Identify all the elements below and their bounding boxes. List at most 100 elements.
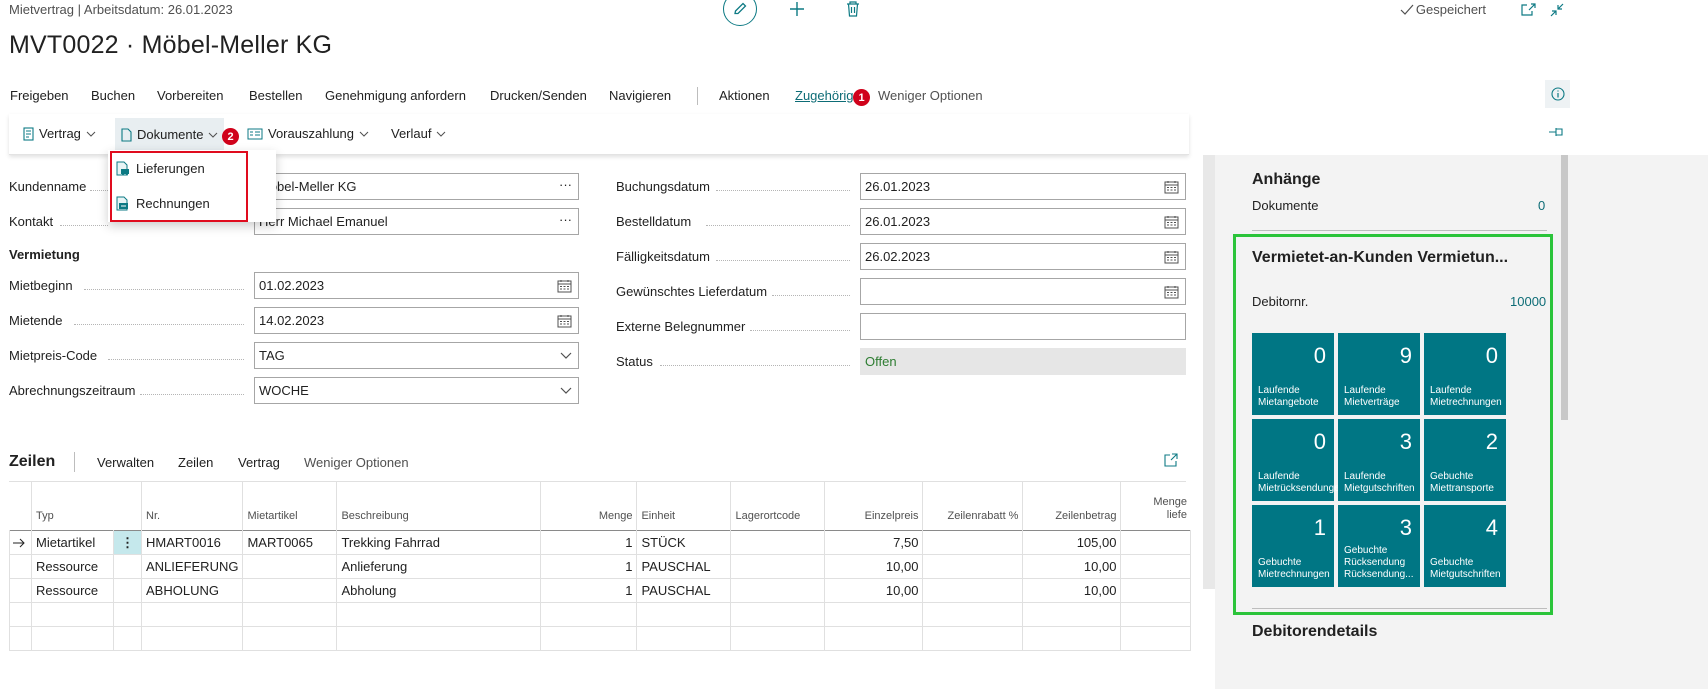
new-button[interactable]: [788, 0, 806, 18]
col-einheit[interactable]: Einheit: [636, 481, 731, 531]
cell-lagerortcode[interactable]: [730, 554, 826, 579]
lines-tab-verwalten[interactable]: Verwalten: [97, 455, 154, 470]
cell-mietartikel[interactable]: MART0065: [242, 530, 338, 555]
cell-lagerortcode[interactable]: [730, 530, 826, 555]
action-separator: [697, 87, 698, 105]
lookup-ellipsis-icon[interactable]: ···: [559, 177, 572, 192]
saved-label: Gespeichert: [1415, 2, 1486, 17]
col-typ[interactable]: Typ: [31, 481, 114, 531]
table-row[interactable]: Ressource ABHOLUNG Abholung 1 PAUSCHAL 1…: [9, 578, 1192, 603]
kundenname-field[interactable]: Möbel-Meller KG ···: [254, 173, 579, 200]
mietende-field[interactable]: 14.02.2023: [254, 307, 579, 334]
cell-typ[interactable]: Ressource: [31, 578, 114, 603]
subtab-verlauf[interactable]: Verlauf: [391, 126, 446, 141]
lines-tab-vertrag[interactable]: Vertrag: [238, 455, 280, 470]
cell-einzelpreis[interactable]: 7,50: [824, 530, 924, 555]
table-row-empty[interactable]: [9, 602, 1192, 627]
faelligkeitsdatum-field[interactable]: 26.02.2023: [860, 243, 1186, 270]
mietpreis-code-select[interactable]: TAG: [254, 342, 579, 369]
col-menge-zu-liefern[interactable]: Menge liefe: [1120, 481, 1191, 531]
dokumente-count[interactable]: 0: [1538, 198, 1545, 213]
cell-nr[interactable]: ANLIEFERUNG: [140, 554, 244, 579]
col-menge[interactable]: Menge: [540, 481, 637, 531]
cell-einheit[interactable]: PAUSCHAL: [636, 578, 732, 603]
collapse-button[interactable]: [1550, 3, 1564, 17]
cell-einheit[interactable]: STÜCK: [636, 530, 732, 555]
kontakt-field[interactable]: Herr Michael Emanuel ···: [254, 208, 579, 235]
bestelldatum-field[interactable]: 26.01.2023: [860, 208, 1186, 235]
cell-zeilenbetrag[interactable]: 10,00: [1022, 578, 1122, 603]
calendar-icon[interactable]: [557, 314, 572, 328]
cell-beschreibung[interactable]: Trekking Fahrrad: [336, 530, 542, 555]
table-row-empty[interactable]: [9, 626, 1192, 651]
lookup-ellipsis-icon[interactable]: ···: [559, 212, 572, 227]
table-row[interactable]: Mietartikel ⋮ HMART0016 MART0065 Trekkin…: [9, 530, 1192, 555]
action-navigieren[interactable]: Navigieren: [609, 88, 671, 103]
action-buchen[interactable]: Buchen: [91, 88, 135, 103]
col-mietartikel[interactable]: Mietartikel: [242, 481, 337, 531]
subtab-vorauszahlung[interactable]: Vorauszahlung: [247, 126, 369, 141]
cell-einzelpreis[interactable]: 10,00: [824, 554, 924, 579]
action-freigeben[interactable]: Freigeben: [10, 88, 69, 103]
factbox-scrollbar[interactable]: [1561, 155, 1568, 420]
col-einzelpreis[interactable]: Einzelpreis: [824, 481, 923, 531]
calendar-icon[interactable]: [1164, 180, 1179, 194]
calendar-icon[interactable]: [1164, 250, 1179, 264]
pin-button[interactable]: [1548, 126, 1564, 138]
action-drucken-senden[interactable]: Drucken/Senden: [490, 88, 587, 103]
row-actions-ellipsis-icon[interactable]: ⋮: [113, 530, 142, 555]
cell-mietartikel[interactable]: [242, 554, 338, 579]
expand-lines-button[interactable]: [1164, 453, 1178, 467]
cell-menge[interactable]: 1: [540, 578, 638, 603]
edit-button[interactable]: [723, 0, 757, 26]
cell-menge[interactable]: 1: [540, 530, 638, 555]
subtab-dokumente[interactable]: Dokumente: [115, 118, 225, 151]
action-zugehoerig[interactable]: Zugehörig: [795, 88, 854, 103]
buchungsdatum-field[interactable]: 26.01.2023: [860, 173, 1186, 200]
cell-beschreibung[interactable]: Abholung: [336, 578, 542, 603]
table-row[interactable]: Ressource ANLIEFERUNG Anlieferung 1 PAUS…: [9, 554, 1192, 579]
debitorendetails-title[interactable]: Debitorendetails: [1252, 623, 1377, 641]
col-zeilenrabatt[interactable]: Zeilenrabatt %: [922, 481, 1023, 531]
cell-zeilenbetrag[interactable]: 10,00: [1022, 554, 1122, 579]
calendar-icon[interactable]: [1164, 285, 1179, 299]
trash-icon: [847, 1, 859, 17]
lieferdatum-field[interactable]: [860, 278, 1186, 305]
calendar-icon[interactable]: [1164, 215, 1179, 229]
action-genehmigung[interactable]: Genehmigung anfordern: [325, 88, 466, 103]
cell-einzelpreis[interactable]: 10,00: [824, 578, 924, 603]
open-new-window-button[interactable]: [1521, 3, 1536, 16]
kundenname-label: Kundenname: [9, 179, 87, 194]
factbox-toggle-button[interactable]: [1545, 80, 1570, 108]
action-weniger-optionen[interactable]: Weniger Optionen: [878, 88, 983, 103]
cell-einheit[interactable]: PAUSCHAL: [636, 554, 732, 579]
main-scrollbar[interactable]: [1203, 155, 1215, 589]
cell-beschreibung[interactable]: Anlieferung: [336, 554, 542, 579]
subtab-vertrag[interactable]: Vertrag: [23, 126, 96, 141]
cell-menge[interactable]: 1: [540, 554, 638, 579]
action-aktionen[interactable]: Aktionen: [719, 88, 770, 103]
cell-nr[interactable]: HMART0016: [140, 530, 244, 555]
externe-belegnummer-field[interactable]: [860, 313, 1186, 340]
cell-typ[interactable]: Ressource: [31, 554, 114, 579]
col-beschreibung[interactable]: Beschreibung: [336, 481, 541, 531]
cell-nr[interactable]: ABHOLUNG: [140, 578, 244, 603]
cell-lagerortcode[interactable]: [730, 578, 826, 603]
col-lagerortcode[interactable]: Lagerortcode: [730, 481, 825, 531]
col-nr[interactable]: Nr.: [140, 481, 243, 531]
lines-tab-zeilen[interactable]: Zeilen: [178, 455, 213, 470]
cell-typ[interactable]: Mietartikel: [31, 530, 114, 555]
delete-button[interactable]: [845, 0, 861, 18]
col-zeilenbetrag[interactable]: Zeilenbetrag: [1022, 481, 1121, 531]
cell-zeilenrabatt[interactable]: [922, 578, 1024, 603]
mietbeginn-field[interactable]: 01.02.2023: [254, 272, 579, 299]
action-bestellen[interactable]: Bestellen: [249, 88, 302, 103]
action-vorbereiten[interactable]: Vorbereiten: [157, 88, 224, 103]
cell-zeilenrabatt[interactable]: [922, 530, 1024, 555]
cell-mietartikel[interactable]: [242, 578, 338, 603]
abrechnungszeitraum-select[interactable]: WOCHE: [254, 377, 579, 404]
cell-zeilenrabatt[interactable]: [922, 554, 1024, 579]
cell-zeilenbetrag[interactable]: 105,00: [1022, 530, 1122, 555]
lines-weniger-optionen[interactable]: Weniger Optionen: [304, 455, 409, 470]
calendar-icon[interactable]: [557, 279, 572, 293]
